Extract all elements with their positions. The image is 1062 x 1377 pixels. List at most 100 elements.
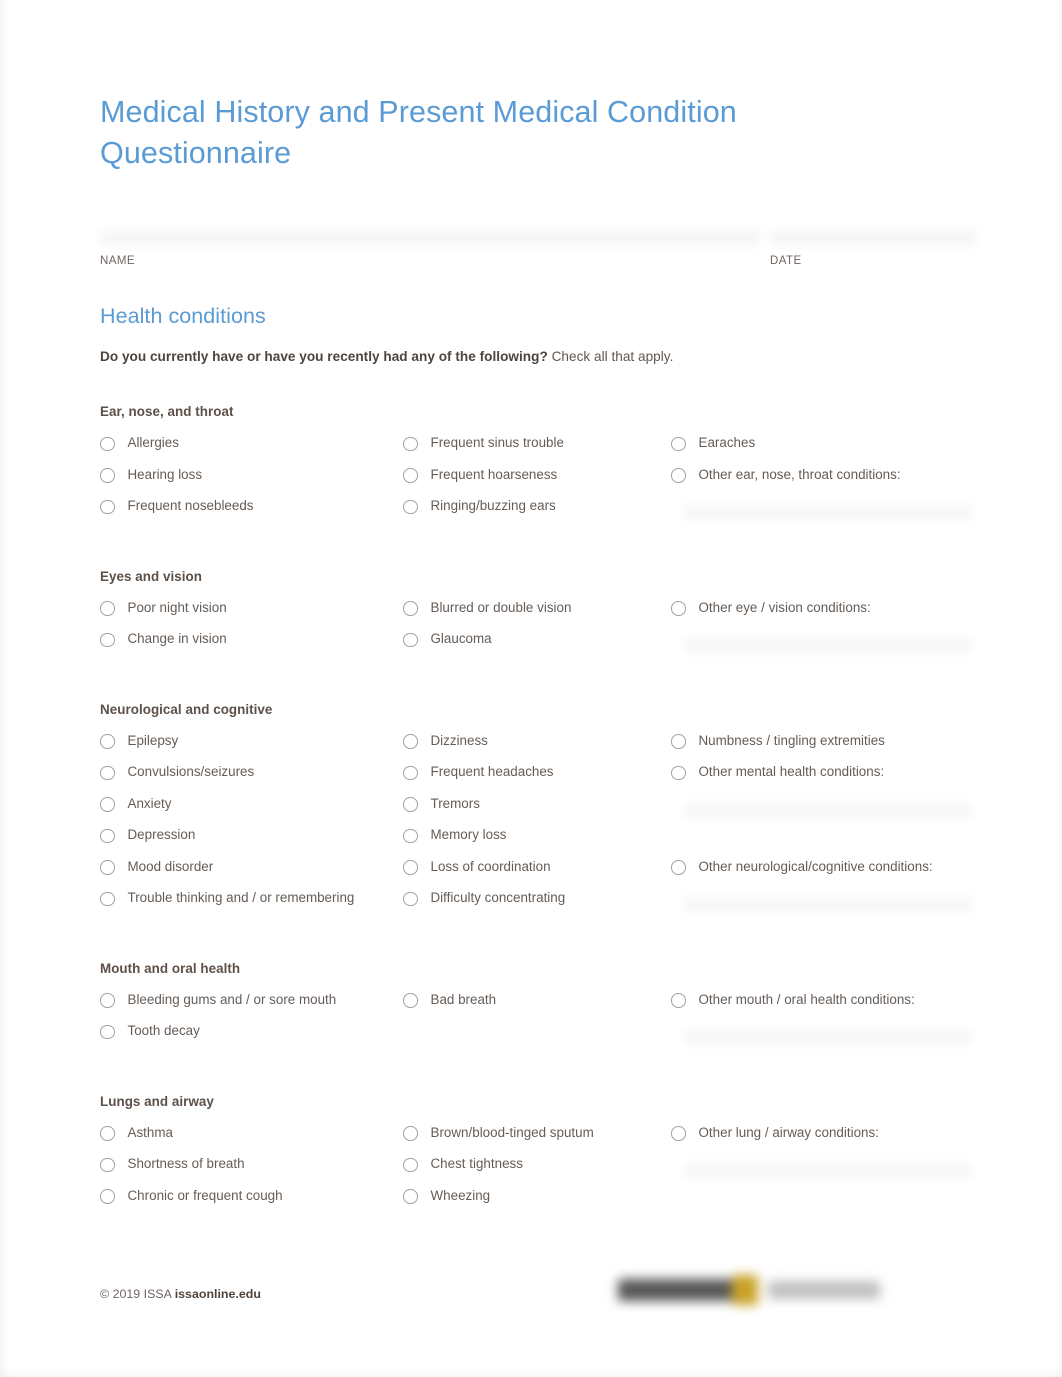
checkbox-circle-icon[interactable] xyxy=(403,632,418,647)
condition-option[interactable]: Anxiety xyxy=(100,795,400,827)
condition-option[interactable]: Mood disorder xyxy=(100,858,400,890)
condition-option[interactable]: Convulsions/seizures xyxy=(100,763,400,795)
page-edge-shadow-bottom xyxy=(0,1367,1062,1377)
condition-option[interactable]: Brown/blood-tinged sputum xyxy=(403,1124,663,1156)
condition-option[interactable]: Hearing loss xyxy=(100,466,400,498)
condition-option[interactable]: Blurred or double vision xyxy=(403,599,663,631)
checkbox-circle-icon[interactable] xyxy=(671,468,686,483)
condition-option[interactable]: Earaches xyxy=(671,434,976,466)
condition-option[interactable]: Frequent nosebleeds xyxy=(100,497,400,529)
website-link[interactable]: issaonline.edu xyxy=(175,1287,261,1301)
condition-option[interactable]: Trouble thinking and / or remembering xyxy=(100,889,400,921)
checkbox-circle-icon[interactable] xyxy=(100,1024,115,1039)
write-in-line[interactable] xyxy=(671,630,976,662)
checkbox-circle-icon[interactable] xyxy=(403,891,418,906)
checkbox-circle-icon[interactable] xyxy=(671,601,686,616)
condition-option[interactable]: Asthma xyxy=(100,1124,400,1156)
condition-option[interactable]: Chronic or frequent cough xyxy=(100,1187,400,1219)
checkbox-circle-icon[interactable] xyxy=(100,436,115,451)
condition-columns: Allergies Hearing loss Frequent nosebleeds… xyxy=(100,434,976,529)
checkbox-circle-icon[interactable] xyxy=(671,734,686,749)
condition-option[interactable]: Poor night vision xyxy=(100,599,400,631)
write-in-line[interactable] xyxy=(671,497,976,529)
condition-option[interactable]: Dizziness xyxy=(403,732,663,764)
condition-option[interactable]: Other ear, nose, throat conditions: xyxy=(671,466,976,498)
name-field[interactable]: NAME xyxy=(100,230,760,267)
condition-option[interactable]: Other mouth / oral health conditions: xyxy=(671,991,976,1023)
checkbox-circle-icon[interactable] xyxy=(100,1126,115,1141)
checkbox-circle-icon[interactable] xyxy=(100,860,115,875)
checkbox-circle-icon[interactable] xyxy=(403,1189,418,1204)
write-in-line[interactable] xyxy=(671,889,976,921)
condition-option[interactable]: Depression xyxy=(100,826,400,858)
condition-option-label: Glaucoma xyxy=(430,631,492,646)
checkbox-circle-icon[interactable] xyxy=(403,468,418,483)
condition-column-3: Numbness / tingling extremities Other men… xyxy=(671,732,976,921)
checkbox-circle-icon[interactable] xyxy=(671,1126,686,1141)
checkbox-circle-icon[interactable] xyxy=(403,601,418,616)
checkbox-circle-icon[interactable] xyxy=(403,1157,418,1172)
condition-option[interactable]: Change in vision xyxy=(100,630,400,662)
condition-group-heading: Lungs and airway xyxy=(100,1093,214,1109)
condition-option[interactable]: Ringing/buzzing ears xyxy=(403,497,663,529)
checkbox-circle-icon[interactable] xyxy=(403,828,418,843)
checkbox-circle-icon[interactable] xyxy=(403,797,418,812)
checkbox-circle-icon[interactable] xyxy=(100,797,115,812)
checkbox-circle-icon[interactable] xyxy=(403,1126,418,1141)
condition-option[interactable]: Epilepsy xyxy=(100,732,400,764)
condition-option[interactable]: Other eye / vision conditions: xyxy=(671,599,976,631)
condition-option[interactable]: Frequent headaches xyxy=(403,763,663,795)
checkbox-circle-icon[interactable] xyxy=(100,765,115,780)
condition-option[interactable]: Wheezing xyxy=(403,1187,663,1219)
condition-option[interactable]: Frequent sinus trouble xyxy=(403,434,663,466)
condition-option[interactable]: Bad breath xyxy=(403,991,663,1023)
checkbox-circle-icon[interactable] xyxy=(671,765,686,780)
condition-option[interactable]: Difficulty concentrating xyxy=(403,889,663,921)
checkbox-circle-icon[interactable] xyxy=(100,1157,115,1172)
condition-option[interactable]: Allergies xyxy=(100,434,400,466)
checkbox-circle-icon[interactable] xyxy=(671,436,686,451)
condition-option[interactable]: Shortness of breath xyxy=(100,1155,400,1187)
checkbox-circle-icon[interactable] xyxy=(403,765,418,780)
checkbox-circle-icon[interactable] xyxy=(403,436,418,451)
condition-option-label: Difficulty concentrating xyxy=(430,890,566,905)
checkbox-circle-icon[interactable] xyxy=(100,499,115,514)
page-edge-shadow-left xyxy=(0,0,10,1377)
checkbox-circle-icon[interactable] xyxy=(671,860,686,875)
checkbox-circle-icon[interactable] xyxy=(100,1189,115,1204)
condition-option[interactable]: Memory loss xyxy=(403,826,663,858)
checkbox-circle-icon[interactable] xyxy=(100,993,115,1008)
condition-option-label: Depression xyxy=(127,827,196,842)
checkbox-circle-icon[interactable] xyxy=(403,993,418,1008)
condition-option[interactable]: Other neurological/cognitive conditions: xyxy=(671,858,976,890)
condition-option[interactable]: Numbness / tingling extremities xyxy=(671,732,976,764)
condition-option[interactable]: Chest tightness xyxy=(403,1155,663,1187)
checkbox-circle-icon[interactable] xyxy=(100,632,115,647)
write-in-line[interactable] xyxy=(671,1022,976,1054)
condition-option[interactable]: Loss of coordination xyxy=(403,858,663,890)
condition-group: Neurological and cognitive Epilepsy Convul… xyxy=(100,702,976,921)
checkbox-circle-icon[interactable] xyxy=(403,860,418,875)
condition-column-2: Brown/blood-tinged sputum Chest tightness… xyxy=(403,1124,663,1219)
condition-option[interactable]: Other mental health conditions: xyxy=(671,763,976,795)
condition-option[interactable]: Frequent hoarseness xyxy=(403,466,663,498)
condition-option[interactable]: Glaucoma xyxy=(403,630,663,662)
condition-option[interactable]: Bleeding gums and / or sore mouth xyxy=(100,991,400,1023)
checkbox-circle-icon[interactable] xyxy=(100,734,115,749)
condition-option[interactable]: Tremors xyxy=(403,795,663,827)
checkbox-circle-icon[interactable] xyxy=(403,499,418,514)
checkbox-circle-icon[interactable] xyxy=(403,734,418,749)
checkbox-circle-icon[interactable] xyxy=(100,891,115,906)
date-field[interactable]: DATE xyxy=(770,230,976,267)
write-in-line[interactable] xyxy=(671,1155,976,1187)
checkbox-circle-icon[interactable] xyxy=(100,468,115,483)
condition-option[interactable]: Tooth decay xyxy=(100,1022,400,1054)
checkbox-circle-icon[interactable] xyxy=(100,601,115,616)
checkbox-circle-icon[interactable] xyxy=(671,993,686,1008)
checkbox-circle-icon[interactable] xyxy=(100,828,115,843)
write-in-line[interactable] xyxy=(671,795,976,827)
condition-group: Ear, nose, and throat Allergies Hearing lo… xyxy=(100,404,976,529)
condition-option[interactable]: Other lung / airway conditions: xyxy=(671,1124,976,1156)
condition-option-label: Frequent nosebleeds xyxy=(127,498,254,513)
condition-option-label: Brown/blood-tinged sputum xyxy=(430,1124,594,1140)
